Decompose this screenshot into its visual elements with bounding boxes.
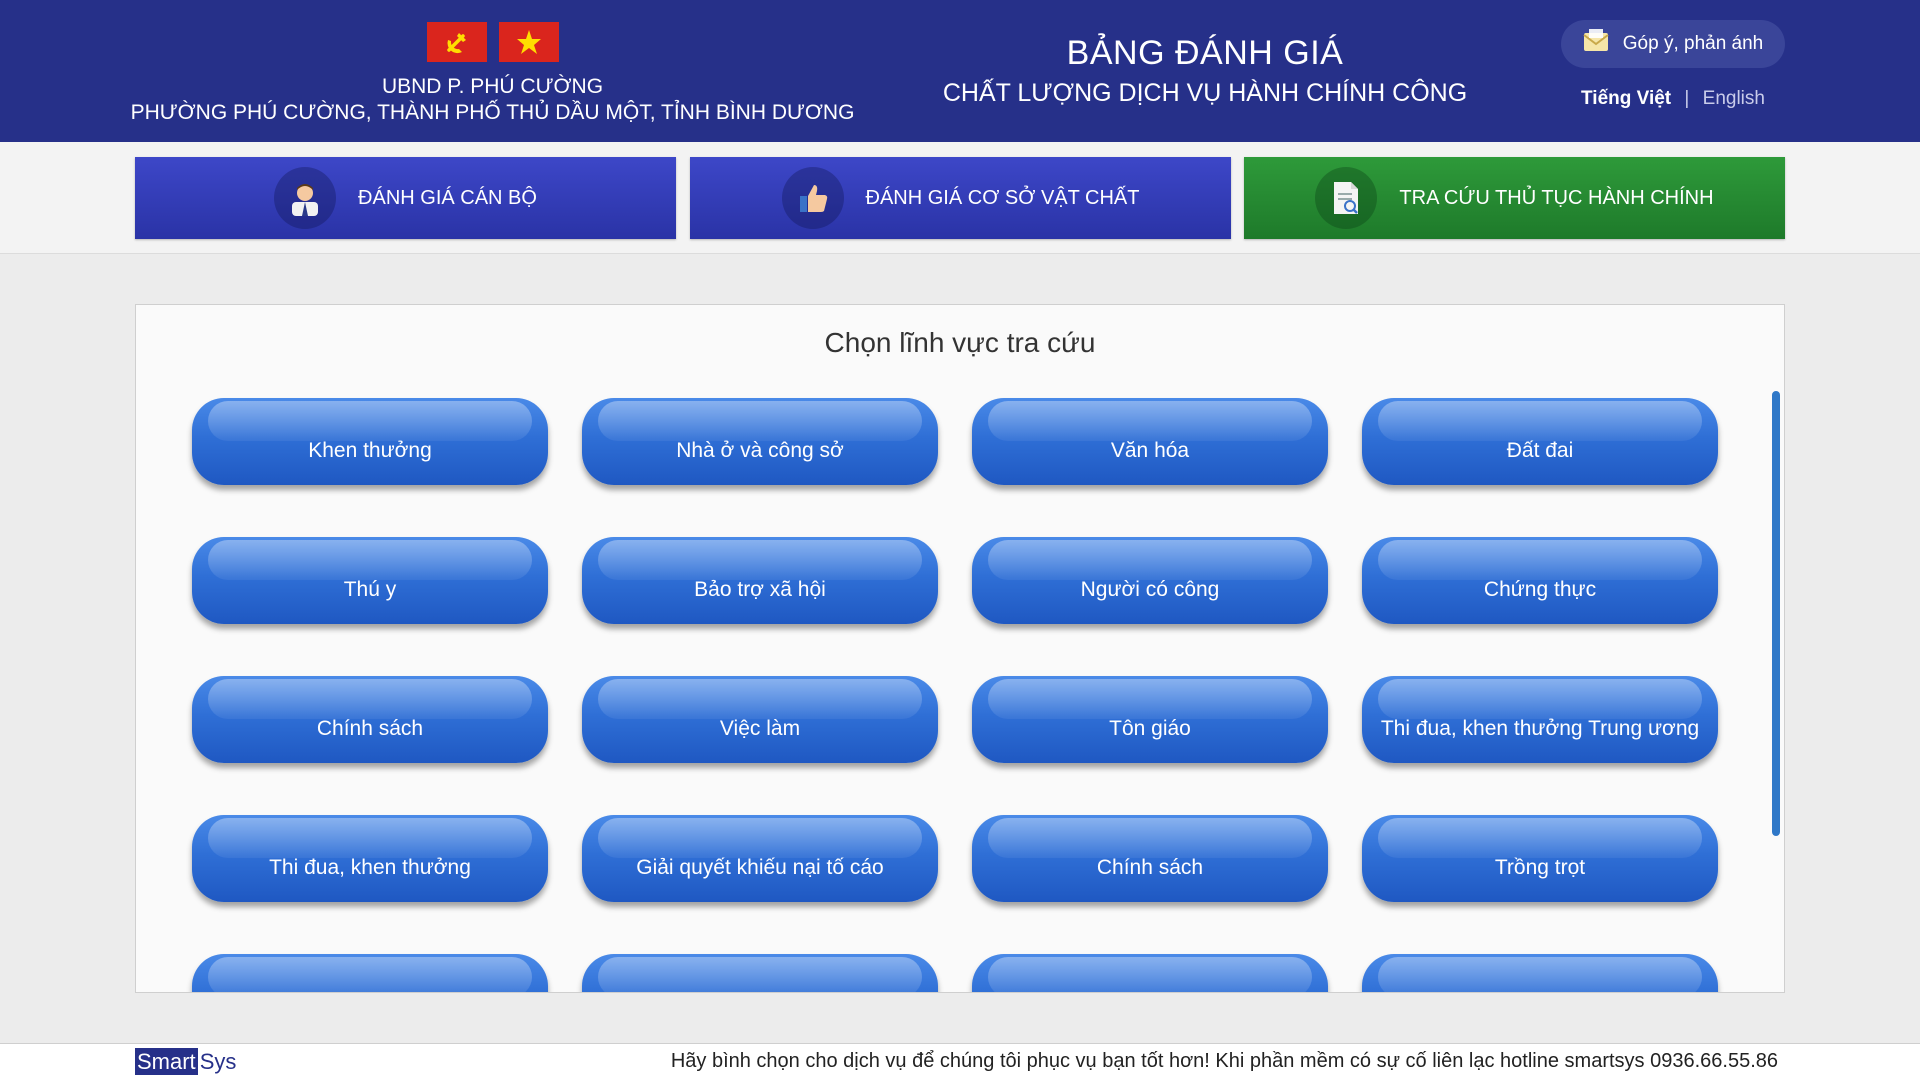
category-button[interactable]: Thi đua, khen thưởng Trung ương <box>1362 676 1718 763</box>
category-button[interactable]: Nhà ở và công sở <box>582 398 938 485</box>
category-button[interactable]: Trồng trọt <box>1362 815 1718 902</box>
category-label: Việc làm <box>719 716 801 740</box>
category-button[interactable]: Khen thưởng <box>192 398 548 485</box>
brand-part-sys: Sys <box>199 1049 237 1074</box>
category-button[interactable]: Việc làm <box>582 676 938 763</box>
lang-separator: | <box>1684 88 1690 109</box>
category-label: Đất đai <box>1506 438 1574 462</box>
category-label: Chính sách <box>1096 855 1204 879</box>
category-label: Giải quyết khiếu nại tố cáo <box>636 855 884 879</box>
category-button[interactable]: Chứng thực <box>1362 537 1718 624</box>
category-button[interactable]: Người có công <box>972 537 1328 624</box>
nav-bar: ĐÁNH GIÁ CÁN BỘ ĐÁNH GIÁ CƠ SỞ VẬT CHẤT … <box>0 142 1920 254</box>
category-button[interactable] <box>582 954 938 992</box>
category-button[interactable] <box>972 954 1328 992</box>
lang-vietnamese[interactable]: Tiếng Việt <box>1581 88 1671 109</box>
national-flag-icon <box>498 22 559 62</box>
category-label: Trồng trọt <box>1494 855 1586 879</box>
footer-message: Hãy bình chọn cho dịch vụ để chúng tôi p… <box>670 1050 1778 1072</box>
category-button[interactable]: Chính sách <box>972 815 1328 902</box>
category-label: Tôn giáo <box>1109 716 1191 740</box>
nav-evaluate-staff-label: ĐÁNH GIÁ CÁN BỘ <box>358 186 537 209</box>
category-label: Thi đua, khen thưởng <box>269 855 471 879</box>
nav-evaluate-facilities[interactable]: ĐÁNH GIÁ CƠ SỞ VẬT CHẤT <box>690 157 1231 239</box>
category-button[interactable]: Tôn giáo <box>972 676 1328 763</box>
category-label: Chứng thực <box>1483 577 1597 601</box>
nav-evaluate-facilities-label: ĐÁNH GIÁ CƠ SỞ VẬT CHẤT <box>865 186 1140 209</box>
category-button[interactable]: Chính sách <box>192 676 548 763</box>
category-label: Người có công <box>1080 577 1220 601</box>
page-subtitle: CHẤT LƯỢNG DỊCH VỤ HÀNH CHÍNH CÔNG <box>942 79 1468 107</box>
lang-english[interactable]: English <box>1703 88 1765 109</box>
category-button[interactable] <box>1362 954 1718 992</box>
panel-title: Chọn lĩnh vực tra cứu <box>824 327 1096 358</box>
category-button[interactable]: Giải quyết khiếu nại tố cáo <box>582 815 938 902</box>
category-label: Khen thưởng <box>308 438 432 462</box>
organization-block: UBND P. PHÚ CƯỜNG PHƯỜNG PHÚ CƯỜNG, THÀN… <box>130 22 855 126</box>
flags <box>130 22 855 62</box>
party-flag-icon <box>426 22 487 62</box>
feedback-button[interactable]: Góp ý, phản ánh <box>1561 20 1785 68</box>
category-label: Chính sách <box>316 716 424 740</box>
document-search-icon <box>1315 167 1378 229</box>
envelope-icon <box>1583 29 1609 59</box>
brand-part-smart: Smart <box>135 1048 198 1075</box>
category-button[interactable]: Đất đai <box>1362 398 1718 485</box>
category-label: Thú y <box>343 577 397 601</box>
category-button[interactable]: Thi đua, khen thưởng <box>192 815 548 902</box>
thumbs-up-icon <box>781 167 844 229</box>
nav-lookup-procedures[interactable]: TRA CỨU THỦ TỤC HÀNH CHÍNH <box>1244 157 1785 239</box>
org-address: PHƯỜNG PHÚ CƯỜNG, THÀNH PHỐ THỦ DẦU MỘT,… <box>130 101 855 124</box>
category-button[interactable]: Bảo trợ xã hội <box>582 537 938 624</box>
language-switcher: Tiếng Việt | English <box>1561 88 1785 110</box>
org-name: UBND P. PHÚ CƯỜNG <box>381 75 604 98</box>
category-panel: Chọn lĩnh vực tra cứu Khen thưởng Nhà ở … <box>135 304 1785 993</box>
page-title: BẢNG ĐÁNH GIÁ <box>1066 34 1344 72</box>
nav-lookup-procedures-label: TRA CỨU THỦ TỤC HÀNH CHÍNH <box>1399 186 1714 209</box>
footer: Smart Sys Hãy bình chọn cho dịch vụ để c… <box>0 1043 1920 1080</box>
page-title-block: BẢNG ĐÁNH GIÁ CHẤT LƯỢNG DỊCH VỤ HÀNH CH… <box>905 32 1505 110</box>
category-button[interactable] <box>192 954 548 992</box>
feedback-label: Góp ý, phản ánh <box>1622 33 1764 54</box>
brand-logo: Smart Sys <box>135 1048 236 1075</box>
panel-scrollbar[interactable] <box>1772 391 1780 836</box>
header: UBND P. PHÚ CƯỜNG PHƯỜNG PHÚ CƯỜNG, THÀN… <box>0 0 1920 142</box>
category-label: Văn hóa <box>1110 438 1190 462</box>
category-label: Bảo trợ xã hội <box>694 577 826 601</box>
category-label: Thi đua, khen thưởng Trung ương <box>1380 716 1700 740</box>
officer-icon <box>274 167 337 229</box>
category-label: Nhà ở và công sở <box>676 438 844 462</box>
category-button[interactable]: Thú y <box>192 537 548 624</box>
nav-evaluate-staff[interactable]: ĐÁNH GIÁ CÁN BỘ <box>135 157 676 239</box>
category-button[interactable]: Văn hóa <box>972 398 1328 485</box>
